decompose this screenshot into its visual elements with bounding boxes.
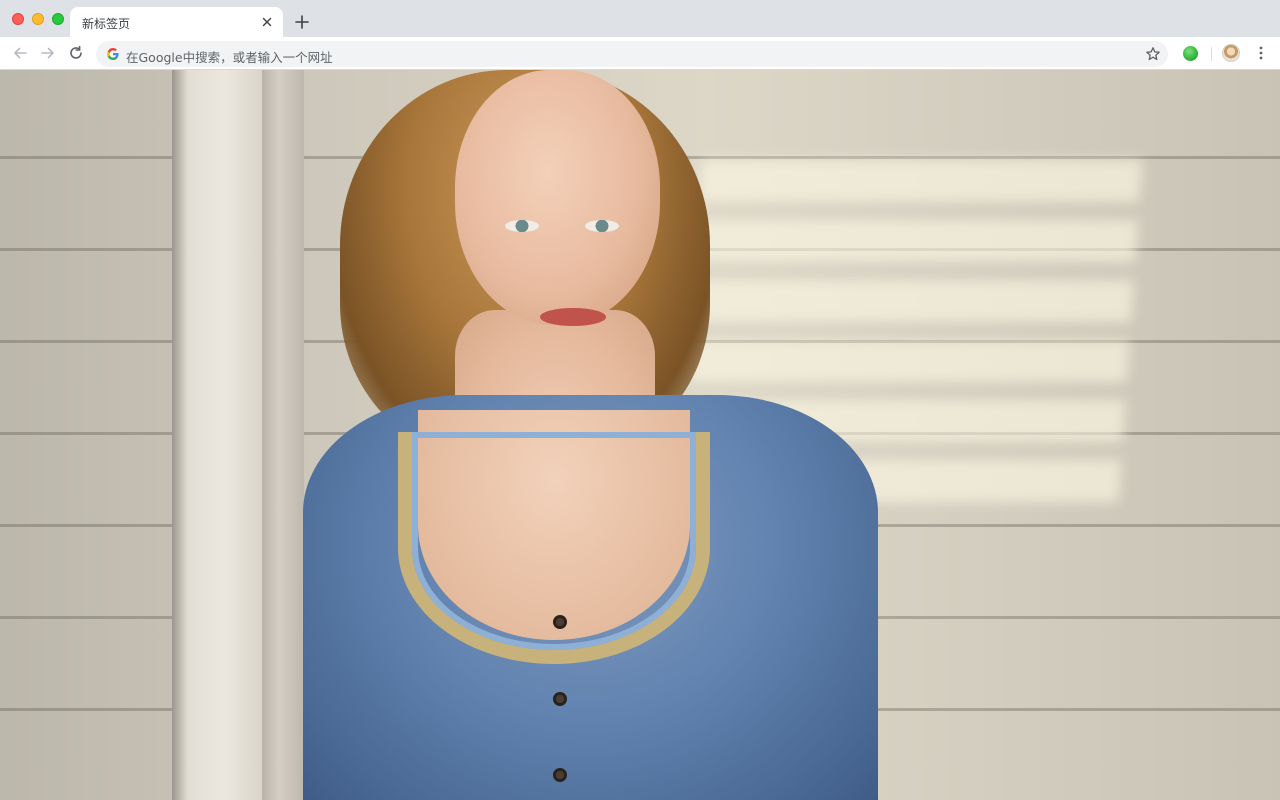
wallpaper-figure-eye	[585, 220, 619, 232]
close-window-button[interactable]	[12, 13, 24, 25]
address-bar[interactable]: 在Google中搜索，或者输入一个网址	[96, 41, 1168, 67]
new-tab-button[interactable]	[292, 12, 312, 32]
wallpaper-dress-button	[553, 768, 567, 782]
new-tab-wallpaper	[0, 70, 1280, 800]
extension-icon[interactable]	[1183, 46, 1198, 61]
google-g-icon	[107, 47, 119, 60]
wallpaper-post-edge	[262, 70, 304, 800]
close-tab-icon[interactable]	[259, 14, 275, 30]
forward-button[interactable]	[39, 44, 57, 62]
wallpaper-figure-eye	[505, 220, 539, 232]
wallpaper-dress-button	[553, 692, 567, 706]
toolbar: 在Google中搜索，或者输入一个网址	[0, 37, 1280, 70]
bookmark-star-icon[interactable]	[1145, 46, 1161, 62]
wallpaper-figure-face	[455, 70, 660, 325]
maximize-window-button[interactable]	[52, 13, 64, 25]
wallpaper-figure-neckline	[398, 432, 710, 664]
address-bar-placeholder: 在Google中搜索，或者输入一个网址	[126, 50, 333, 65]
reload-button[interactable]	[67, 44, 85, 62]
tab-active[interactable]: 新标签页	[70, 7, 283, 37]
wallpaper-dress-button	[553, 615, 567, 629]
minimize-window-button[interactable]	[32, 13, 44, 25]
menu-dots-icon[interactable]	[1253, 45, 1269, 61]
toolbar-divider	[1211, 47, 1212, 61]
wallpaper-figure-lips	[540, 308, 606, 326]
tab-title: 新标签页	[82, 17, 131, 31]
tab-strip: 新标签页	[0, 0, 1280, 37]
back-button[interactable]	[11, 44, 29, 62]
profile-avatar-icon[interactable]	[1222, 44, 1240, 62]
